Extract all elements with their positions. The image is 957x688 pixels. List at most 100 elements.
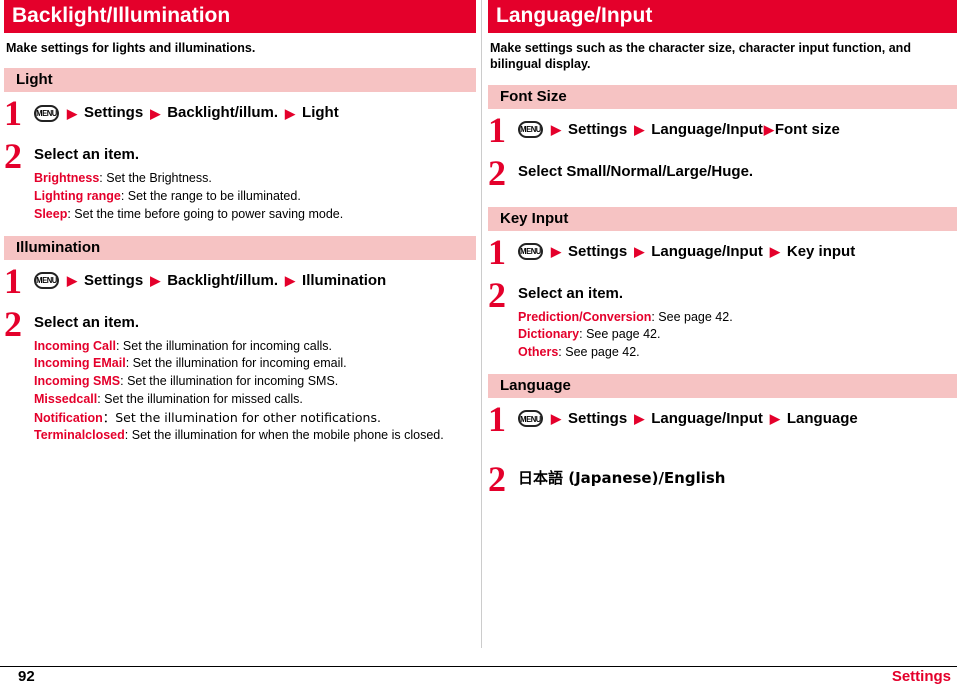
step-part: Settings bbox=[84, 104, 144, 122]
arrow-icon: ▶ bbox=[285, 105, 296, 121]
step-number: 1 bbox=[4, 260, 22, 301]
subsection-header-language: Language bbox=[488, 373, 957, 398]
step-part: Backlight/illum. bbox=[167, 271, 279, 289]
step-part: Light bbox=[302, 104, 339, 122]
definition-item: Dictionary: See page 42. bbox=[518, 326, 957, 344]
definition-desc: : See page 42. bbox=[558, 345, 640, 360]
menu-key-label: MENU bbox=[36, 108, 57, 119]
definition-item: Others: See page 42. bbox=[518, 344, 957, 362]
step-part: Key input bbox=[786, 242, 856, 260]
step-number: 2 bbox=[488, 458, 506, 499]
definition-term: Others bbox=[518, 345, 559, 360]
step-part: Backlight/illum. bbox=[167, 104, 279, 122]
definition-term: Sleep bbox=[34, 206, 68, 221]
step-number: 2 bbox=[488, 152, 506, 193]
menu-key-icon: MENU bbox=[34, 104, 59, 122]
right-column: Language/Input Make settings such as the… bbox=[488, 0, 957, 501]
definition-desc: : See page 42. bbox=[579, 327, 661, 342]
step-part: Settings bbox=[568, 409, 628, 427]
arrow-icon: ▶ bbox=[634, 244, 645, 260]
definition-list: Prediction/Conversion: See page 42. Dict… bbox=[518, 309, 957, 362]
definition-term: Incoming EMail bbox=[34, 356, 126, 371]
definition-desc: : Set the illumination for when the mobi… bbox=[124, 428, 444, 443]
step-number: 1 bbox=[488, 398, 506, 439]
step-number: 2 bbox=[4, 136, 22, 177]
menu-key-label: MENU bbox=[520, 246, 541, 257]
subsection-header-light: Light bbox=[4, 68, 476, 93]
page-number: 92 bbox=[18, 668, 35, 685]
definition-item: Terminalclosed: Set the illumination for… bbox=[34, 427, 476, 445]
definition-desc: : Set the time before going to power sav… bbox=[67, 206, 344, 221]
arrow-icon: ▶ bbox=[551, 122, 561, 138]
subsection-header-font-size: Font Size bbox=[488, 84, 957, 109]
right-section-title: Language/Input bbox=[488, 0, 957, 34]
step-fontsize-2: 2 Select Small/Normal/Large/Huge. bbox=[488, 155, 957, 195]
step-instruction: Select an item. bbox=[518, 284, 624, 302]
step-number: 1 bbox=[488, 231, 506, 272]
menu-key-icon: MENU bbox=[518, 243, 543, 261]
menu-key-icon: MENU bbox=[34, 272, 59, 290]
left-section-title: Backlight/Illumination bbox=[4, 0, 476, 34]
arrow-icon: ▶ bbox=[150, 273, 161, 289]
step-fontsize-1: 1 MENU ▶ Settings ▶ Language/Input ▶ Fon… bbox=[488, 112, 957, 152]
step-part: Language/Input bbox=[651, 242, 763, 260]
step-part: Language bbox=[786, 409, 858, 427]
definition-desc: ：Set the illumination for other notifica… bbox=[102, 409, 381, 425]
step-part: Language/Input bbox=[651, 409, 763, 427]
step-part: Settings bbox=[84, 271, 144, 289]
definition-term: Notification bbox=[34, 410, 103, 425]
page-footer: 92 Settings bbox=[0, 666, 957, 688]
definition-list: Incoming Call : Set the illumination for … bbox=[34, 338, 476, 446]
step-part: Language/Input bbox=[651, 120, 763, 138]
menu-key-label: MENU bbox=[520, 413, 541, 424]
definition-desc: : Set the illumination for incoming SMS. bbox=[120, 374, 339, 389]
definition-desc: : Set the illumination for missed calls. bbox=[97, 391, 303, 406]
step-part: Font size bbox=[774, 120, 840, 138]
step-illumination-2: 2 Select an item. Incoming Call: Set the… bbox=[4, 306, 476, 446]
step-language-2: 2 日本語 (Japanese)/English bbox=[488, 461, 957, 501]
left-intro-text: Make settings for lights and illuminatio… bbox=[6, 41, 256, 56]
definition-term: Dictionary bbox=[518, 327, 580, 342]
definition-desc: : See page 42. bbox=[651, 309, 733, 324]
definition-term: Lighting range bbox=[34, 189, 121, 204]
arrow-icon: ▶ bbox=[634, 411, 645, 427]
definition-term: Missedcall bbox=[34, 391, 98, 406]
step-part: Settings bbox=[568, 120, 628, 138]
footer-divider bbox=[0, 666, 957, 667]
definition-term: Incoming Call bbox=[34, 338, 116, 353]
arrow-icon: ▶ bbox=[67, 273, 77, 289]
step-light-1: 1 MENU ▶ Settings ▶ Backlight/illum. ▶ L… bbox=[4, 95, 476, 135]
arrow-icon: ▶ bbox=[150, 105, 161, 121]
subsection-header-illumination: Illumination bbox=[4, 235, 476, 260]
arrow-icon: ▶ bbox=[285, 273, 296, 289]
menu-key-label: MENU bbox=[36, 275, 57, 286]
definition-item: Sleep: Set the time before going to powe… bbox=[34, 206, 476, 224]
footer-chapter-label: Settings bbox=[891, 668, 951, 685]
step-number: 2 bbox=[4, 303, 22, 344]
step-number: 2 bbox=[488, 274, 506, 315]
definition-list: Brightness: Set the Brightness. Lighting… bbox=[34, 170, 476, 223]
definition-term: Brightness bbox=[34, 171, 100, 186]
step-part: Settings bbox=[568, 242, 628, 260]
definition-term: Terminalclosed bbox=[34, 428, 125, 443]
definition-term: Incoming SMS bbox=[34, 374, 121, 389]
step-light-2: 2 Select an item. Brightness: Set the Br… bbox=[4, 138, 476, 223]
definition-item: Incoming SMS: Set the illumination for i… bbox=[34, 373, 476, 391]
definition-item: Lighting range: Set the range to be illu… bbox=[34, 188, 476, 206]
step-illumination-1: 1 MENU ▶ Settings ▶ Backlight/illum. ▶ I… bbox=[4, 263, 476, 303]
definition-item: Missedcall: Set the illumination for mis… bbox=[34, 391, 476, 409]
step-instruction: 日本語 (Japanese)/English bbox=[518, 468, 726, 487]
step-keyinput-2: 2 Select an item. Prediction/Conversion:… bbox=[488, 277, 957, 362]
menu-key-icon: MENU bbox=[518, 410, 543, 428]
column-divider bbox=[481, 0, 482, 648]
definition-desc: : Set the Brightness. bbox=[99, 171, 212, 186]
arrow-icon: ▶ bbox=[769, 411, 780, 427]
step-instruction: Select Small/Normal/Large/Huge. bbox=[518, 162, 754, 180]
menu-key-label: MENU bbox=[520, 124, 541, 135]
definition-term: Prediction/Conversion bbox=[518, 309, 652, 324]
manual-page: Backlight/Illumination Make settings for… bbox=[0, 0, 957, 688]
arrow-icon: ▶ bbox=[634, 122, 645, 138]
definition-item: Brightness: Set the Brightness. bbox=[34, 170, 476, 188]
step-language-1: 1 MENU ▶ Settings ▶ Language/Input ▶ Lan… bbox=[488, 401, 957, 441]
left-column: Backlight/Illumination Make settings for… bbox=[4, 0, 476, 445]
